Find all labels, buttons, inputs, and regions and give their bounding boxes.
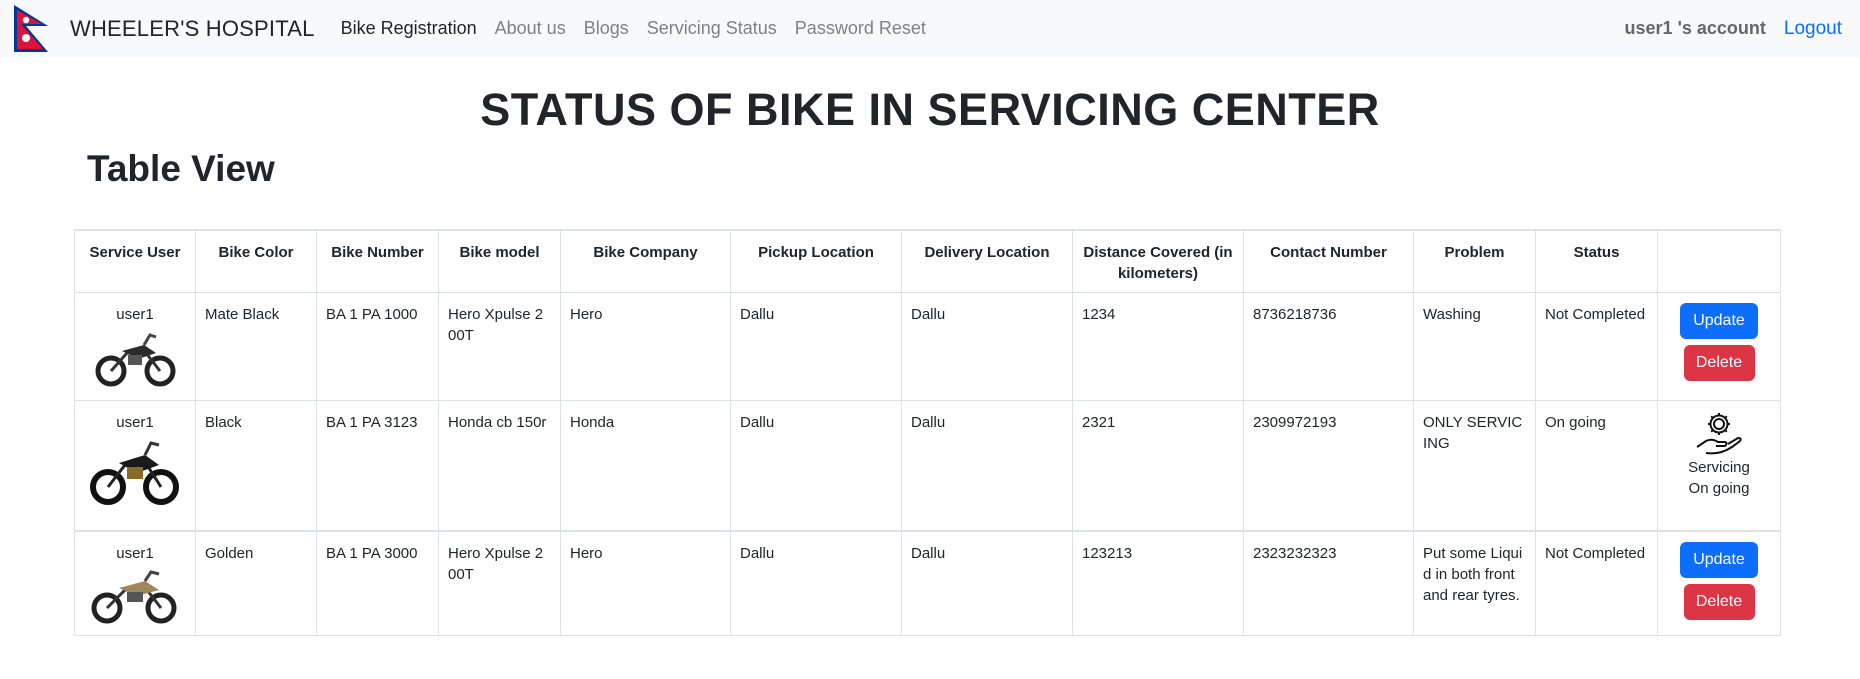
cell-bike-company: Honda — [560, 400, 731, 532]
gear-hand-icon — [1696, 413, 1742, 455]
navbar: WHEELER'S HOSPITAL Bike Registration Abo… — [0, 0, 1860, 57]
nav-right: user1 's account Logout — [1625, 18, 1848, 40]
cell-bike-color: Golden — [195, 530, 317, 636]
header-actions — [1657, 229, 1781, 293]
cell-status: Not Completed — [1535, 292, 1658, 401]
cell-distance: 1234 — [1072, 292, 1244, 401]
header-status: Status — [1535, 229, 1658, 293]
brand-name[interactable]: WHEELER'S HOSPITAL — [70, 16, 315, 42]
cell-delivery-location: Dallu — [901, 530, 1073, 636]
cell-actions: Servicing On going — [1657, 400, 1781, 532]
header-bike-color: Bike Color — [195, 229, 317, 293]
header-pickup-location: Pickup Location — [730, 229, 902, 293]
motorcycle-icon — [95, 333, 176, 387]
table-row: user1 Black BA 1 PA 3123 Honda cb 150r H… — [74, 400, 1781, 532]
page-title: STATUS OF BIKE IN SERVICING CENTER — [480, 84, 1380, 135]
nav-password-reset[interactable]: Password Reset — [795, 18, 926, 39]
cell-bike-color: Black — [195, 400, 317, 532]
update-button[interactable]: Update — [1680, 303, 1758, 339]
cell-bike-company: Hero — [560, 530, 731, 636]
nav-about-us[interactable]: About us — [495, 18, 566, 39]
cell-pickup-location: Dallu — [730, 292, 902, 401]
header-distance-covered: Distance Covered (in kilometers) — [1072, 229, 1244, 293]
servicing-text-line2: On going — [1688, 480, 1750, 497]
cell-problem: Washing — [1413, 292, 1536, 401]
cell-service-user: user1 — [74, 400, 196, 532]
cell-actions: Update Delete — [1657, 292, 1781, 401]
header-bike-model: Bike model — [438, 229, 561, 293]
header-bike-number: Bike Number — [316, 229, 439, 293]
cell-pickup-location: Dallu — [730, 530, 902, 636]
cell-status: On going — [1535, 400, 1658, 532]
header-bike-company: Bike Company — [560, 229, 731, 293]
cell-bike-number: BA 1 PA 3000 — [316, 530, 439, 636]
service-user-name: user1 — [116, 544, 154, 562]
cell-service-user: user1 — [74, 292, 196, 401]
delete-button[interactable]: Delete — [1683, 345, 1755, 381]
nav-links: Bike Registration About us Blogs Servici… — [341, 18, 944, 39]
cell-delivery-location: Dallu — [901, 400, 1073, 532]
cell-service-user: user1 — [74, 530, 196, 636]
cell-bike-company: Hero — [560, 292, 731, 401]
table-row: user1 Mate Black BA 1 PA 1000 Hero Xpuls… — [74, 292, 1781, 401]
cell-bike-color: Mate Black — [195, 292, 317, 401]
header-delivery-location: Delivery Location — [901, 229, 1073, 293]
cell-actions: Update Delete — [1657, 530, 1781, 636]
header-problem: Problem — [1413, 229, 1536, 293]
section-title: Table View — [87, 147, 275, 189]
nav-blogs[interactable]: Blogs — [584, 18, 629, 39]
motorcycle-icon — [90, 441, 179, 505]
nav-servicing-status[interactable]: Servicing Status — [647, 18, 777, 39]
nav-bike-registration[interactable]: Bike Registration — [341, 18, 477, 39]
cell-bike-model: Hero Xpulse 200T — [438, 530, 561, 636]
cell-contact-number: 8736218736 — [1243, 292, 1414, 401]
cell-contact-number: 2309972193 — [1243, 400, 1414, 532]
status-table: Service User Bike Color Bike Number Bike… — [74, 229, 1781, 636]
cell-bike-number: BA 1 PA 3123 — [316, 400, 439, 532]
cell-contact-number: 2323232323 — [1243, 530, 1414, 636]
cell-status: Not Completed — [1535, 530, 1658, 636]
cell-problem: ONLY SERVICING — [1413, 400, 1536, 532]
cell-distance: 2321 — [1072, 400, 1244, 532]
cell-distance: 123213 — [1072, 530, 1244, 636]
nepal-flag-logo[interactable] — [12, 4, 50, 54]
service-user-name: user1 — [116, 414, 154, 431]
cell-pickup-location: Dallu — [730, 400, 902, 532]
status-table-wrapper: Service User Bike Color Bike Number Bike… — [74, 229, 1781, 636]
table-header-row: Service User Bike Color Bike Number Bike… — [74, 229, 1781, 293]
servicing-indicator: Servicing On going — [1667, 411, 1771, 499]
cell-problem: Put some Liquid in both front and rear t… — [1413, 530, 1536, 636]
delete-button[interactable]: Delete — [1683, 583, 1755, 620]
update-button[interactable]: Update — [1680, 541, 1758, 578]
motorcycle-icon — [91, 569, 177, 623]
header-contact-number: Contact Number — [1243, 229, 1414, 293]
cell-bike-model: Honda cb 150r — [438, 400, 561, 532]
servicing-text-line1: Servicing — [1688, 459, 1750, 476]
cell-bike-number: BA 1 PA 1000 — [316, 292, 439, 401]
cell-delivery-location: Dallu — [901, 292, 1073, 401]
header-service-user: Service User — [74, 229, 196, 293]
cell-bike-model: Hero Xpulse 200T — [438, 292, 561, 401]
logout-link[interactable]: Logout — [1784, 18, 1842, 40]
table-row: user1 Golden BA 1 PA 3000 Hero Xpulse 20… — [74, 530, 1781, 636]
service-user-name: user1 — [116, 306, 154, 323]
account-label: user1 's account — [1624, 18, 1766, 38]
